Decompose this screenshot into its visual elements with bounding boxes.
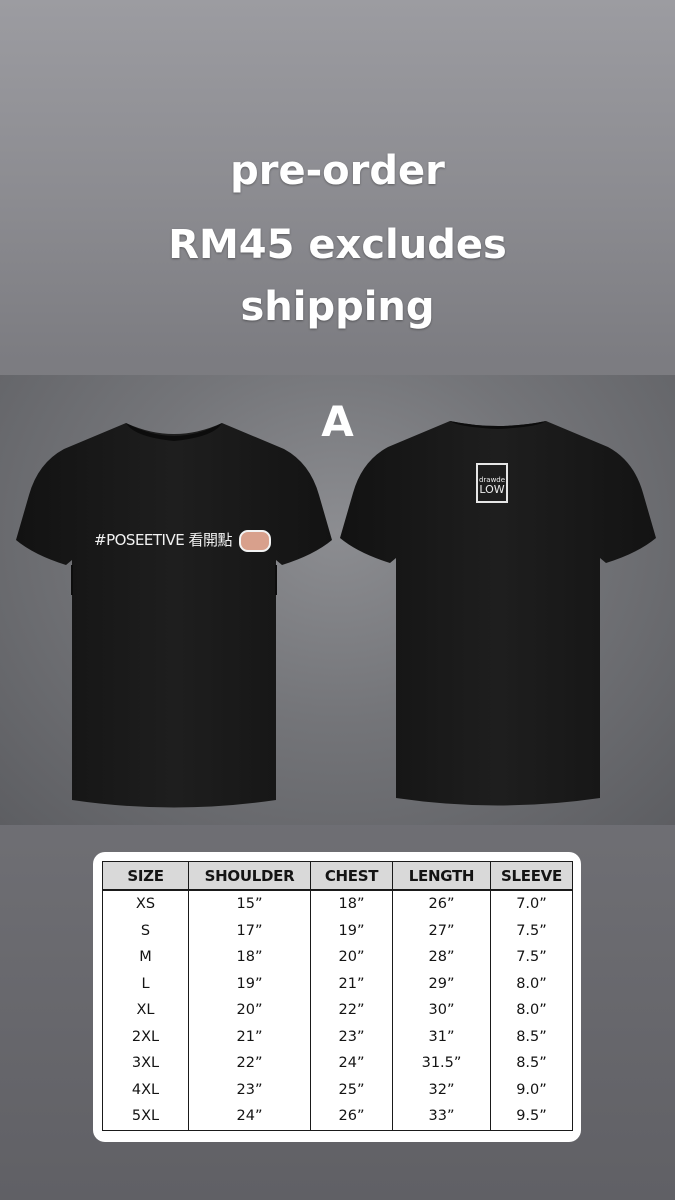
- cell-chest: 26”: [310, 1103, 393, 1131]
- cell-length: 27”: [392, 917, 491, 944]
- header-length: LENGTH: [392, 861, 491, 891]
- cell-size: L: [102, 970, 189, 997]
- cell-chest: 23”: [310, 1023, 393, 1050]
- cell-length: 31.5”: [392, 1050, 491, 1077]
- table-row: 3XL 22” 24” 31.5” 8.5”: [102, 1050, 573, 1077]
- cell-chest: 24”: [310, 1050, 393, 1077]
- headline-line-2: RM45 excludes: [168, 222, 507, 268]
- cell-sleeve: 9.0”: [490, 1076, 573, 1103]
- cell-size: 3XL: [102, 1050, 189, 1077]
- cell-shoulder: 15”: [188, 890, 311, 918]
- cell-size: S: [102, 917, 189, 944]
- table-row: S 17” 19” 27” 7.5”: [102, 917, 573, 944]
- cell-sleeve: 7.5”: [490, 944, 573, 971]
- cell-length: 26”: [392, 890, 491, 918]
- cell-length: 31”: [392, 1023, 491, 1050]
- headline-line-3: shipping: [240, 284, 435, 330]
- size-chart-card: SIZE SHOULDER CHEST LENGTH SLEEVE XS 15”…: [93, 852, 581, 1142]
- size-chart-header-row: SIZE SHOULDER CHEST LENGTH SLEEVE: [102, 861, 573, 891]
- front-print-text: #POSEETIVE 看開點: [94, 529, 272, 552]
- cell-chest: 18”: [310, 890, 393, 918]
- tshirt-front-image: [16, 423, 332, 808]
- header-sleeve: SLEEVE: [490, 861, 573, 891]
- cell-chest: 20”: [310, 944, 393, 971]
- cell-length: 33”: [392, 1103, 491, 1131]
- table-row: XL 20” 22” 30” 8.0”: [102, 997, 573, 1024]
- size-chart-table: SIZE SHOULDER CHEST LENGTH SLEEVE XS 15”…: [102, 861, 573, 1131]
- cell-size: 5XL: [102, 1103, 189, 1131]
- cell-shoulder: 20”: [188, 997, 311, 1024]
- cell-size: XS: [102, 890, 189, 918]
- product-photo: A #POSEETIVE 看開點 drawde LOW: [0, 375, 675, 825]
- cell-chest: 19”: [310, 917, 393, 944]
- cell-shoulder: 21”: [188, 1023, 311, 1050]
- table-row: XS 15” 18” 26” 7.0”: [102, 890, 573, 918]
- cell-shoulder: 23”: [188, 1076, 311, 1103]
- cell-size: XL: [102, 997, 189, 1024]
- cell-shoulder: 22”: [188, 1050, 311, 1077]
- cell-sleeve: 8.0”: [490, 997, 573, 1024]
- cell-sleeve: 8.5”: [490, 1050, 573, 1077]
- header-chest: CHEST: [310, 861, 393, 891]
- cell-shoulder: 17”: [188, 917, 311, 944]
- table-row: 4XL 23” 25” 32” 9.0”: [102, 1076, 573, 1103]
- cell-length: 29”: [392, 970, 491, 997]
- cell-shoulder: 19”: [188, 970, 311, 997]
- cell-sleeve: 9.5”: [490, 1103, 573, 1131]
- cell-chest: 25”: [310, 1076, 393, 1103]
- cell-shoulder: 18”: [188, 944, 311, 971]
- cell-size: M: [102, 944, 189, 971]
- cartoon-face-icon: [239, 529, 272, 552]
- front-slogan: #POSEETIVE 看開點: [94, 531, 233, 549]
- table-row: M 18” 20” 28” 7.5”: [102, 944, 573, 971]
- cell-size: 2XL: [102, 1023, 189, 1050]
- cell-length: 32”: [392, 1076, 491, 1103]
- cell-length: 28”: [392, 944, 491, 971]
- table-row: 5XL 24” 26” 33” 9.5”: [102, 1103, 573, 1131]
- cell-size: 4XL: [102, 1076, 189, 1103]
- cell-length: 30”: [392, 997, 491, 1024]
- header-shoulder: SHOULDER: [188, 861, 311, 891]
- table-row: 2XL 21” 23” 31” 8.5”: [102, 1023, 573, 1050]
- header-size: SIZE: [102, 861, 189, 891]
- cell-chest: 21”: [310, 970, 393, 997]
- cell-sleeve: 8.5”: [490, 1023, 573, 1050]
- table-row: L 19” 21” 29” 8.0”: [102, 970, 573, 997]
- cell-sleeve: 7.0”: [490, 890, 573, 918]
- cell-sleeve: 8.0”: [490, 970, 573, 997]
- cell-chest: 22”: [310, 997, 393, 1024]
- cell-sleeve: 7.5”: [490, 917, 573, 944]
- brand-logo: drawde LOW: [476, 463, 508, 503]
- cell-shoulder: 24”: [188, 1103, 311, 1131]
- headline-line-1: pre-order: [230, 148, 445, 194]
